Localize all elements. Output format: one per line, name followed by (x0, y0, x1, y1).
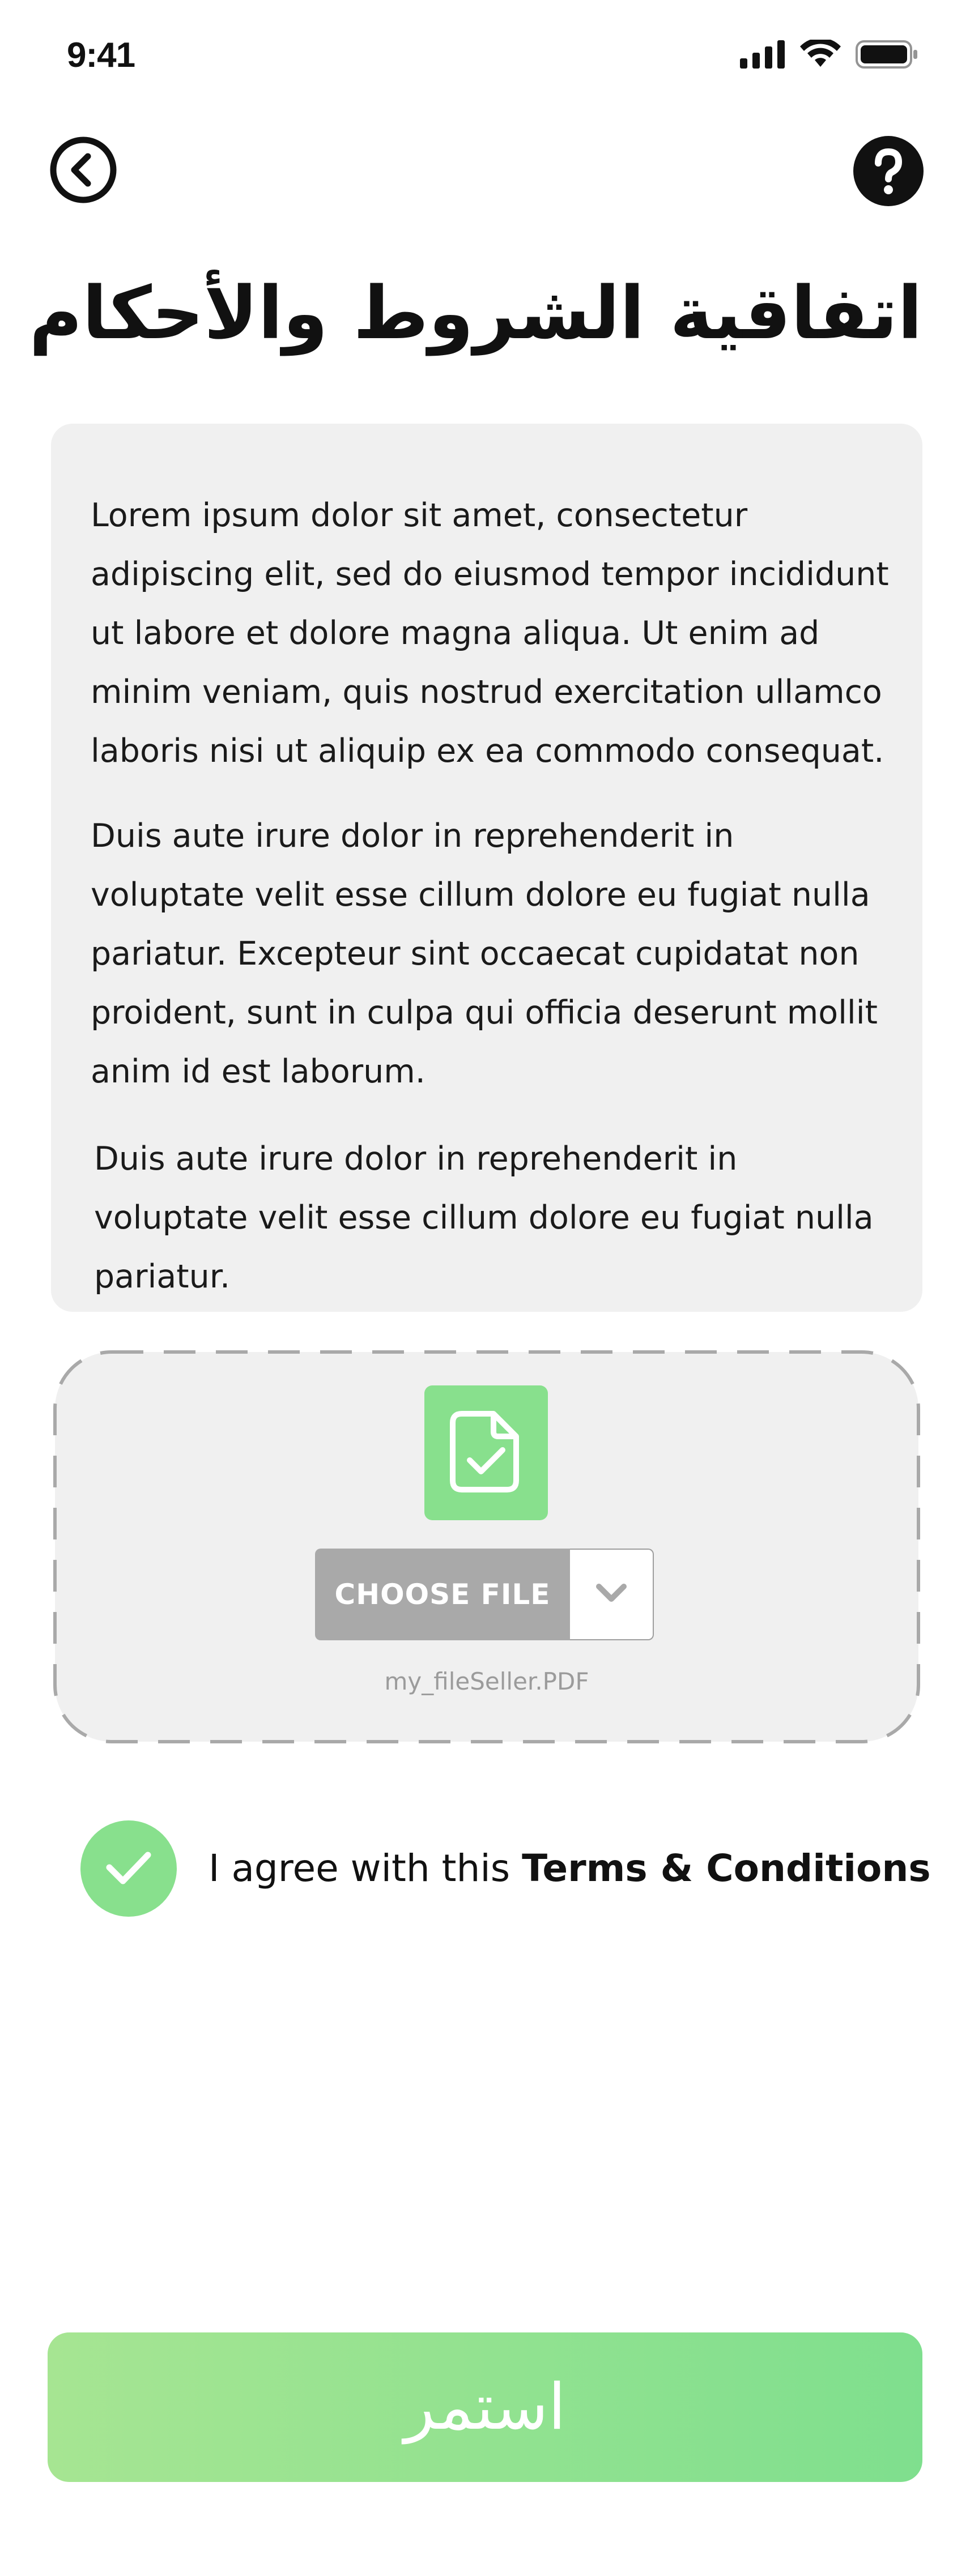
help-button[interactable] (853, 136, 924, 206)
cellular-signal-icon (740, 40, 785, 71)
terms-link[interactable]: Terms & Conditions (522, 1846, 931, 1890)
continue-label: استمر (404, 2370, 566, 2444)
choose-file-button[interactable]: CHOOSE FILE (315, 1549, 570, 1640)
page-title: اتفاقية الشروط والأحكام (29, 271, 922, 356)
chevron-down-icon (595, 1583, 627, 1606)
terms-paragraph: Lorem ipsum dolor sit amet, consectetur … (91, 497, 889, 770)
choose-file-dropdown[interactable] (570, 1549, 654, 1640)
file-upload-zone[interactable]: CHOOSE FILE my_fileSeller.PDF (53, 1350, 920, 1743)
status-time: 9:41 (67, 36, 135, 75)
terms-paragraph: Duis aute irure dolor in reprehenderit i… (91, 817, 878, 1090)
agree-checkbox[interactable] (80, 1820, 177, 1917)
status-icons (740, 37, 918, 71)
terms-paragraph: Duis aute irure dolor in reprehenderit i… (94, 1140, 874, 1295)
question-circle-icon (853, 136, 924, 208)
battery-icon (856, 40, 918, 71)
agree-label: I agree with this Terms & Conditions (209, 1846, 931, 1890)
chevron-left-circle-icon (49, 137, 117, 206)
back-button[interactable] (49, 136, 117, 204)
agree-prefix: I agree with this (209, 1846, 522, 1890)
document-check-icon (449, 1409, 523, 1496)
continue-button[interactable]: استمر (48, 2332, 922, 2482)
choose-file-control[interactable]: CHOOSE FILE (315, 1549, 655, 1640)
terms-text-card[interactable]: Lorem ipsum dolor sit amet, consectetur … (51, 424, 922, 1312)
selected-file-name: my_fileSeller.PDF (384, 1667, 589, 1695)
checkmark-icon (105, 1849, 152, 1888)
uploaded-file-thumbnail (424, 1385, 548, 1520)
wifi-icon (800, 37, 841, 71)
